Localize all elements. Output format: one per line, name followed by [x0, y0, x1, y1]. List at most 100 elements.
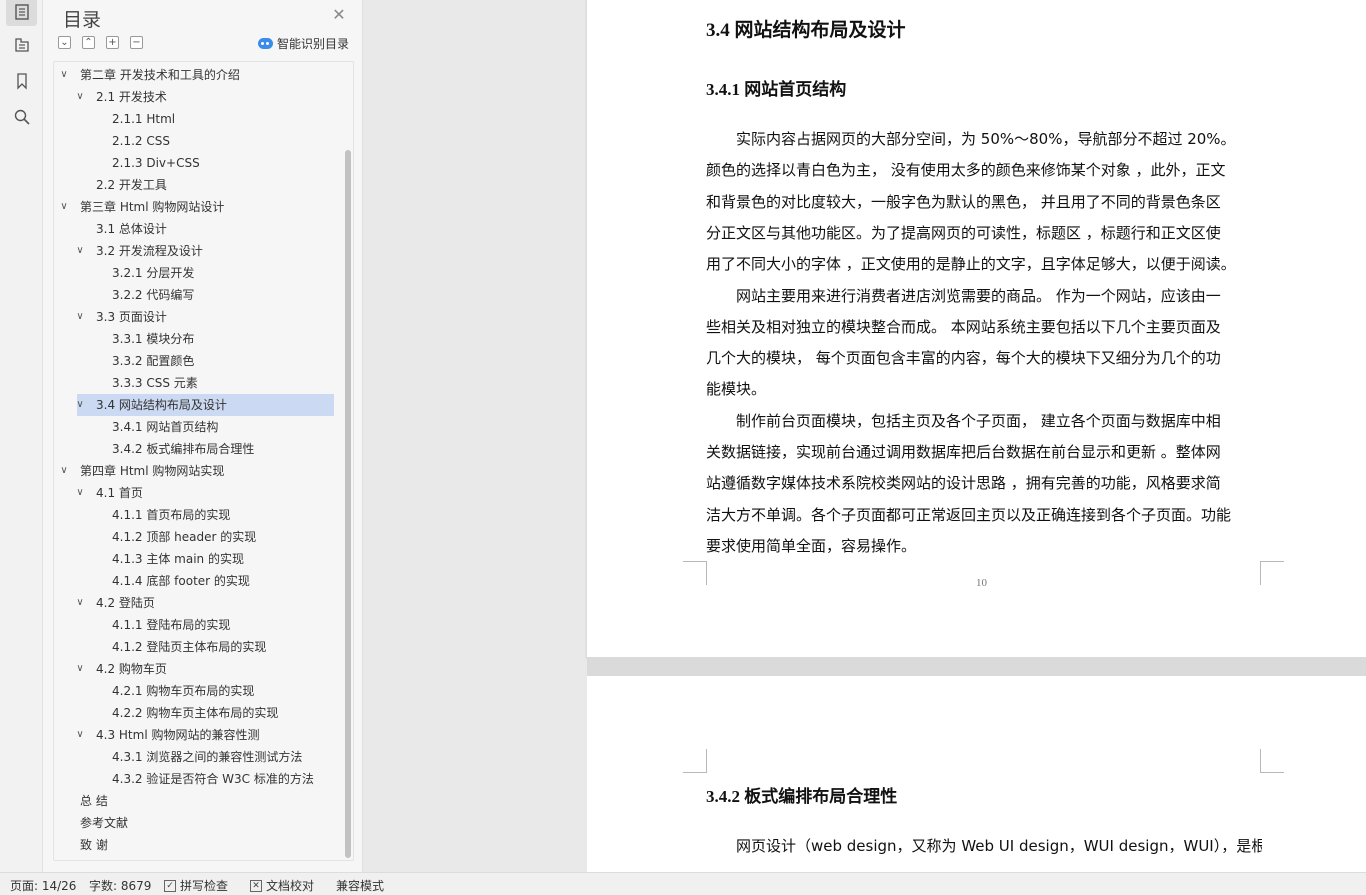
- toc-item[interactable]: ∨ 第三章 Html 购物网站设计: [54, 196, 334, 218]
- toc-item[interactable]: ∨ 4.2 购物车页: [54, 658, 334, 680]
- search-icon[interactable]: [6, 103, 37, 131]
- toc-item[interactable]: ∨ 2.1 开发技术: [54, 86, 334, 108]
- add-level-icon[interactable]: +: [106, 36, 119, 49]
- chevron-down-icon[interactable]: ∨: [74, 592, 86, 614]
- toc-item[interactable]: 4.1.3 主体 main 的实现: [54, 548, 334, 570]
- toc-item-label: 2.1.3 Div+CSS: [112, 156, 200, 170]
- toc-item[interactable]: 3.4.2 板式编排布局合理性: [54, 438, 334, 460]
- document-page: 3.4.2 板式编排布局合理性 网页设计（web design，又称为 Web …: [587, 676, 1366, 872]
- toc-item[interactable]: 3.3.2 配置颜色: [54, 350, 334, 372]
- toc-item-label: 3.1 总体设计: [96, 222, 167, 236]
- toc-item-label: 参考文献: [80, 816, 129, 830]
- toc-item-label: 2.2 开发工具: [96, 178, 167, 192]
- toc-item[interactable]: 3.4.1 网站首页结构: [54, 416, 334, 438]
- toc-item[interactable]: ∨ 第四章 Html 购物网站实现: [54, 460, 334, 482]
- toc-item-label: 3.2.1 分层开发: [112, 266, 195, 280]
- page-corner-mark: [1260, 561, 1284, 585]
- toc-item-label: 4.1 首页: [96, 486, 143, 500]
- close-icon[interactable]: ✕: [331, 7, 347, 23]
- remove-level-icon[interactable]: −: [130, 36, 143, 49]
- body-line: 用了不同大小的字体 ，正文使用的是静止的文字，且字体足够大，以便于阅读。: [706, 255, 1236, 274]
- toc-item[interactable]: 2.1.2 CSS: [54, 130, 334, 152]
- chevron-down-icon[interactable]: ∨: [74, 394, 86, 416]
- toc-item[interactable]: 2.1.1 Html: [54, 108, 334, 130]
- left-icon-rail: [0, 0, 43, 872]
- toc-item[interactable]: ∨ 第二章 开发技术和工具的介绍: [54, 64, 334, 86]
- toc-item-label: 4.2 购物车页: [96, 662, 167, 676]
- expand-all-icon[interactable]: ⌄: [58, 36, 71, 49]
- page-number: 10: [976, 577, 987, 589]
- smart-recognize-toc-button[interactable]: 智能识别目录: [258, 35, 349, 52]
- toc-item[interactable]: ∨ 4.2 登陆页: [54, 592, 334, 614]
- page-count[interactable]: 页面: 14/26: [10, 877, 76, 894]
- toc-panel: 目录 ✕ ⌄ ⌃ + − 智能识别目录 ∨ 第二章 开发技术和工具的介绍 ∨ 2.1 …: [43, 0, 363, 872]
- toc-item-label: 4.1.1 登陆布局的实现: [112, 618, 231, 632]
- body-line: 网页设计（web design，又称为 Web UI design，WUI de…: [706, 837, 1262, 855]
- check-icon: ✓: [164, 879, 176, 892]
- toc-scrollbar-thumb[interactable]: [345, 150, 351, 858]
- toc-item-label: 总 结: [80, 794, 108, 808]
- page-corner-mark: [683, 749, 707, 773]
- toc-item-label: 4.1.4 底部 footer 的实现: [112, 574, 250, 588]
- chevron-down-icon[interactable]: ∨: [74, 482, 86, 504]
- body-line: 颜色的选择以青白色为主， 没有使用太多的颜色来修饰某个对象 ，此外，正文: [706, 161, 1226, 180]
- toc-item[interactable]: 总 结: [54, 790, 334, 812]
- toc-item-label: 3.4 网站结构布局及设计: [96, 398, 227, 412]
- toc-item[interactable]: 2.2 开发工具: [54, 174, 334, 196]
- toc-item[interactable]: 参考文献: [54, 812, 334, 834]
- toc-item[interactable]: 4.1.1 首页布局的实现: [54, 504, 334, 526]
- toc-item-label: 4.3.1 浏览器之间的兼容性测试方法: [112, 750, 303, 764]
- body-line: 制作前台页面模块，包括主页及各个子页面， 建立各个页面与数据库中相: [706, 411, 1221, 430]
- chevron-down-icon[interactable]: ∨: [74, 306, 86, 328]
- chevron-down-icon[interactable]: ∨: [58, 64, 70, 86]
- toc-icon[interactable]: [6, 0, 37, 26]
- toc-item[interactable]: ∨ 3.2 开发流程及设计: [54, 240, 334, 262]
- toc-item[interactable]: 4.1.2 顶部 header 的实现: [54, 526, 334, 548]
- toc-item[interactable]: 4.3.2 验证是否符合 W3C 标准的方法: [54, 768, 334, 790]
- toc-item[interactable]: 致 谢: [54, 834, 334, 856]
- toc-item[interactable]: ∨ 4.3 Html 购物网站的兼容性测: [54, 724, 334, 746]
- toc-item[interactable]: 3.2.2 代码编写: [54, 284, 334, 306]
- smart-ai-icon: [258, 38, 273, 49]
- chevron-down-icon[interactable]: ∨: [74, 240, 86, 262]
- word-count[interactable]: 字数: 8679: [89, 877, 151, 894]
- toc-item[interactable]: ∨ 3.3 页面设计: [54, 306, 334, 328]
- toc-item-label: 第三章 Html 购物网站设计: [80, 200, 225, 214]
- chevron-down-icon[interactable]: ∨: [58, 460, 70, 482]
- toc-item-label: 3.3.2 配置颜色: [112, 354, 195, 368]
- chevron-down-icon[interactable]: ∨: [74, 724, 86, 746]
- toc-item-label: 4.1.1 首页布局的实现: [112, 508, 231, 522]
- toc-item[interactable]: 3.3.3 CSS 元素: [54, 372, 334, 394]
- collapse-all-icon[interactable]: ⌃: [82, 36, 95, 49]
- chevron-down-icon[interactable]: ∨: [74, 86, 86, 108]
- proof-icon: ✕: [250, 879, 262, 892]
- toc-item[interactable]: 3.2.1 分层开发: [54, 262, 334, 284]
- body-line: 关数据链接，实现前台通过调用数据库把后台数据在前台显示和更新 。整体网: [706, 443, 1221, 461]
- toc-item-label: 3.3.3 CSS 元素: [112, 376, 198, 390]
- navigation-pane-icon[interactable]: [6, 31, 37, 59]
- toc-item[interactable]: 4.2.2 购物车页主体布局的实现: [54, 702, 334, 724]
- toc-scrollbar[interactable]: [343, 62, 353, 860]
- toc-item[interactable]: 4.2.1 购物车页布局的实现: [54, 680, 334, 702]
- spell-check-button[interactable]: ✓ 拼写检查: [164, 877, 228, 894]
- chevron-down-icon[interactable]: ∨: [58, 196, 70, 218]
- chevron-down-icon[interactable]: ∨: [74, 658, 86, 680]
- toc-item[interactable]: 4.1.4 底部 footer 的实现: [54, 570, 334, 592]
- toc-item-label: 3.2.2 代码编写: [112, 288, 195, 302]
- document-proof-button[interactable]: ✕ 文档校对: [250, 877, 314, 894]
- toc-item[interactable]: ∨ 4.1 首页: [54, 482, 334, 504]
- body-line: 站遵循数字媒体技术系院校类网站的设计思路 ，拥有完善的功能，风格要求简: [706, 474, 1221, 493]
- toc-item-label: 4.1.2 登陆页主体布局的实现: [112, 640, 267, 654]
- toc-item-label: 3.3 页面设计: [96, 310, 167, 324]
- toc-item[interactable]: 3.3.1 模块分布: [54, 328, 334, 350]
- toc-item[interactable]: 4.3.1 浏览器之间的兼容性测试方法: [54, 746, 334, 768]
- body-line: 能模块。: [706, 380, 767, 399]
- toc-item[interactable]: 3.1 总体设计: [54, 218, 334, 240]
- smart-recognize-label: 智能识别目录: [277, 37, 350, 51]
- toc-item[interactable]: 2.1.3 Div+CSS: [54, 152, 334, 174]
- toc-item[interactable]: 4.1.1 登陆布局的实现: [54, 614, 334, 636]
- toc-item[interactable]: ∨ 3.4 网站结构布局及设计: [74, 394, 334, 416]
- toc-item[interactable]: 4.1.2 登陆页主体布局的实现: [54, 636, 334, 658]
- bookmark-icon[interactable]: [6, 67, 37, 95]
- body-line: 和背景色的对比度较大，一般字色为默认的黑色， 并且用了不同的背景色条区: [706, 192, 1221, 211]
